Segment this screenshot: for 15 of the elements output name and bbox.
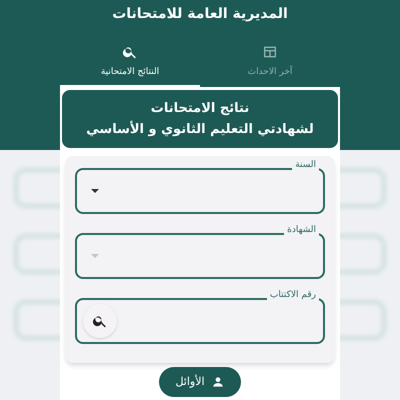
newspaper-icon bbox=[262, 44, 278, 60]
dropdown-field[interactable] bbox=[75, 168, 325, 214]
input-field[interactable] bbox=[75, 298, 325, 344]
search-button[interactable] bbox=[83, 304, 117, 338]
field-label: الشهادة bbox=[284, 224, 319, 236]
top-students-button[interactable]: الأوائل bbox=[159, 367, 241, 397]
tab[interactable]: النتائج الامتحانية bbox=[60, 32, 200, 87]
tab-label: النتائج الامتحانية bbox=[100, 66, 160, 78]
banner-text: لشهادتي التعليم الثانوي و الأساسي bbox=[86, 120, 314, 139]
app-title: المديرية العامة للامتحانات bbox=[111, 5, 289, 24]
person-icon bbox=[210, 375, 225, 389]
tab-label: آخر الاحداث bbox=[248, 66, 292, 78]
banner-text: نتائج الامتحانات bbox=[150, 100, 250, 118]
field-label: رقم الاكتتاب bbox=[266, 289, 319, 301]
field-label: السنة bbox=[292, 159, 319, 171]
